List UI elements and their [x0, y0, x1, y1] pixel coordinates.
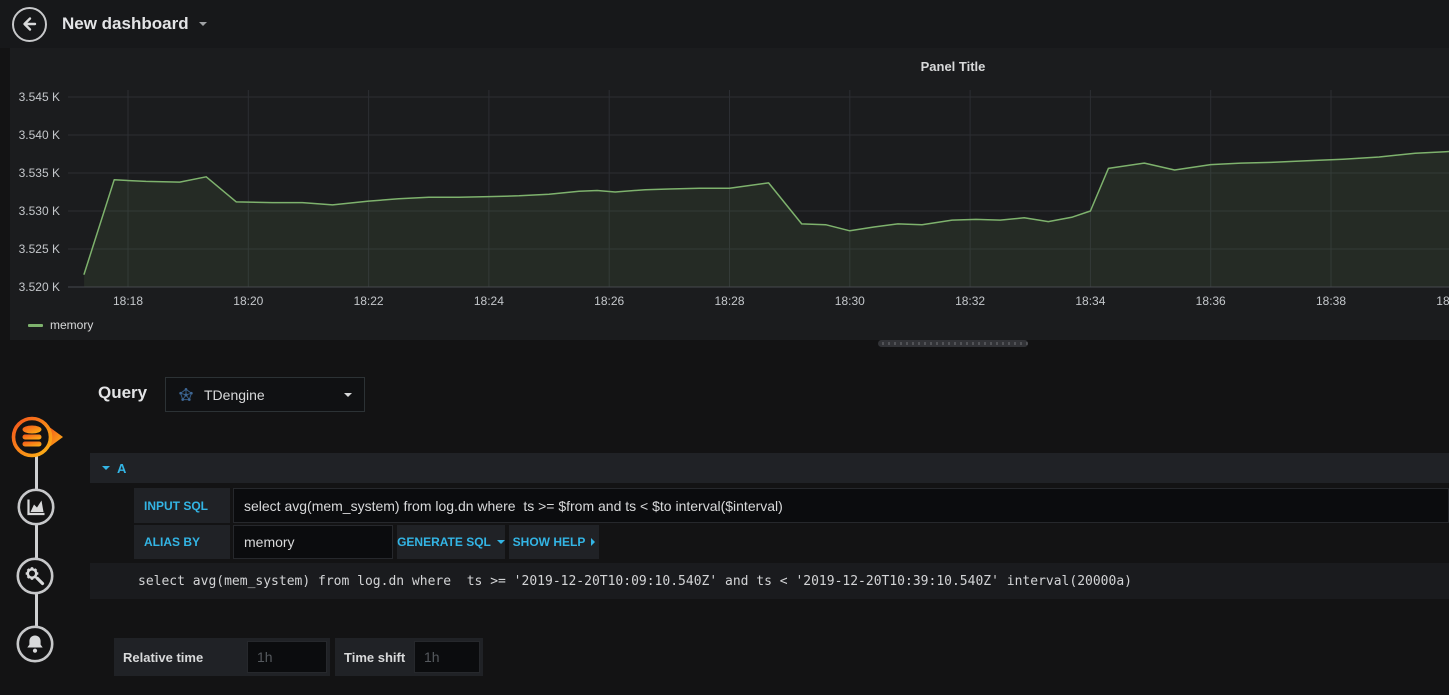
generate-sql-label: GENERATE SQL — [397, 535, 491, 549]
tab-queries[interactable] — [10, 415, 66, 464]
x-tick-label: 18:28 — [714, 294, 744, 308]
x-tick-label: 18:24 — [474, 294, 504, 308]
database-icon — [11, 416, 63, 458]
generate-sql-button[interactable]: GENERATE SQL — [397, 525, 505, 559]
generated-sql-text: select avg(mem_system) from log.dn where… — [90, 563, 1449, 599]
relative-time-label: Relative time — [123, 649, 204, 665]
tab-general[interactable] — [15, 556, 55, 601]
datasource-select[interactable]: TDengine — [165, 377, 365, 412]
graph-panel: 3.520 K 3.525 K 3.530 K 3.535 K 3.540 K 3.545… — [10, 48, 1449, 340]
chevron-down-icon[interactable] — [198, 22, 207, 26]
chevron-down-icon — [344, 392, 352, 397]
back-button[interactable] — [12, 6, 47, 42]
x-tick-label: 18:38 — [1316, 294, 1346, 308]
y-tick-label: 3.530 K — [19, 204, 60, 218]
top-navbar: New dashboard — [0, 0, 1449, 48]
time-shift-label: Time shift — [344, 649, 406, 665]
time-shift-field[interactable] — [414, 641, 480, 673]
panel-title[interactable]: Panel Title — [921, 59, 986, 74]
legend-item-memory[interactable]: memory — [28, 318, 93, 332]
chevron-down-icon — [496, 540, 505, 544]
query-ref-id: A — [117, 460, 127, 476]
y-tick-label: 3.540 K — [19, 128, 60, 142]
chevron-right-icon — [591, 538, 596, 546]
series-area-fill — [84, 151, 1449, 287]
x-tick-label: 18:22 — [354, 294, 384, 308]
relative-time-field[interactable] — [247, 641, 327, 673]
x-tick-label: 18:30 — [835, 294, 865, 308]
tab-alert[interactable] — [15, 624, 55, 669]
x-tick-label: 18:34 — [1075, 294, 1105, 308]
grafana-panel-editor: New dashboard 3.520 K 3.525 K 3.530 K 3.535… — [0, 0, 1449, 695]
x-tick-label: 18:18 — [113, 294, 143, 308]
query-section-label: Query — [98, 383, 148, 402]
tdengine-logo-icon — [179, 387, 193, 401]
y-tick-label: 3.525 K — [19, 242, 60, 256]
input-sql-label: INPUT SQL — [134, 488, 230, 523]
datasource-name: TDengine — [204, 386, 265, 403]
x-tick-label: 18:20 — [233, 294, 263, 308]
legend-label: memory — [50, 318, 94, 332]
panel-resize-handle[interactable] — [878, 340, 1028, 347]
x-tick-label: 18:26 — [594, 294, 624, 308]
collapse-caret-icon — [102, 466, 110, 470]
y-tick-label: 3.545 K — [19, 90, 60, 104]
legend-color-dash — [28, 323, 43, 327]
timeseries-chart[interactable]: 3.520 K 3.525 K 3.530 K 3.535 K 3.540 K 3.545… — [10, 48, 1449, 340]
alias-by-label: ALIAS BY — [134, 525, 230, 559]
x-tick-label: 18:40 — [1436, 294, 1449, 308]
chart-icon — [17, 488, 55, 526]
input-sql-field[interactable] — [233, 488, 1449, 523]
show-help-label: SHOW HELP — [512, 535, 586, 549]
relative-time-group: Relative time — [114, 638, 330, 676]
x-tick-label: 18:36 — [1196, 294, 1226, 308]
arrow-left-icon — [22, 17, 36, 31]
tab-connector-line — [35, 437, 38, 645]
alias-by-field[interactable] — [233, 525, 393, 559]
dashboard-title[interactable]: New dashboard — [62, 14, 189, 34]
query-row-header[interactable]: A — [90, 453, 1449, 483]
gear-wrench-icon — [16, 557, 54, 595]
bell-icon — [16, 625, 54, 663]
time-shift-group: Time shift — [335, 638, 483, 676]
y-tick-label: 3.520 K — [19, 280, 60, 294]
tab-visualization[interactable] — [16, 487, 56, 532]
y-tick-label: 3.535 K — [19, 166, 60, 180]
x-tick-label: 18:32 — [955, 294, 985, 308]
show-help-button[interactable]: SHOW HELP — [509, 525, 599, 559]
